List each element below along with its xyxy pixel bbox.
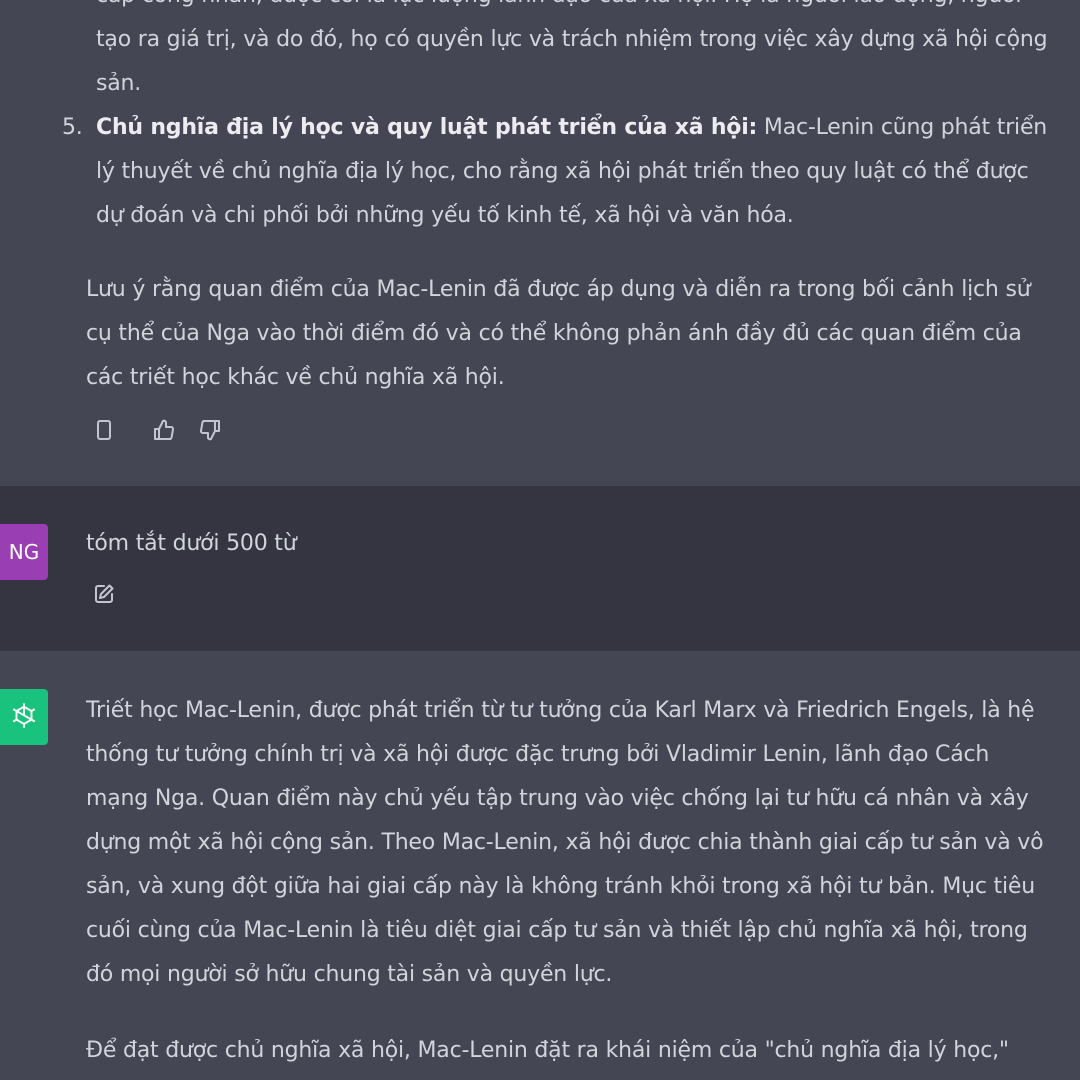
- avatar: NG: [0, 524, 48, 580]
- reply-paragraph-1: Triết học Mac-Lenin, được phát triển từ …: [86, 698, 1044, 987]
- list-item-heading: Chủ nghĩa địa lý học và quy luật phát tr…: [96, 115, 758, 140]
- list-item-5: 5. Chủ nghĩa địa lý học và quy luật phát…: [62, 106, 1056, 238]
- reply-paragraph-2: Để đạt được chủ nghĩa xã hội, Mac-Lenin …: [86, 1038, 1009, 1063]
- chatgpt-logo-icon: [0, 689, 48, 745]
- thumbs-down-icon[interactable]: [198, 418, 222, 442]
- thumbs-up-icon[interactable]: [152, 418, 176, 442]
- message-actions: [92, 418, 222, 442]
- clipboard-icon[interactable]: [92, 418, 116, 442]
- note-paragraph: Lưu ý rằng quan điểm của Mac-Lenin đã đư…: [86, 277, 1031, 390]
- assistant-message-reply: Triết học Mac-Lenin, được phát triển từ …: [0, 651, 1080, 1080]
- user-message-text: tóm tắt dưới 500 từ: [86, 531, 297, 556]
- list-item-4-tail: tạo ra giá trị, và do đó, họ có quyền lự…: [96, 27, 1048, 96]
- edit-icon[interactable]: [92, 582, 116, 606]
- clipped-list-line: cấp công nhân, được coi là lực lượng lãn…: [96, 0, 1056, 18]
- assistant-message-previous: cấp công nhân, được coi là lực lượng lãn…: [0, 0, 1080, 486]
- user-message: NG tóm tắt dưới 500 từ: [0, 486, 1080, 651]
- list-item-number: 5.: [62, 115, 83, 140]
